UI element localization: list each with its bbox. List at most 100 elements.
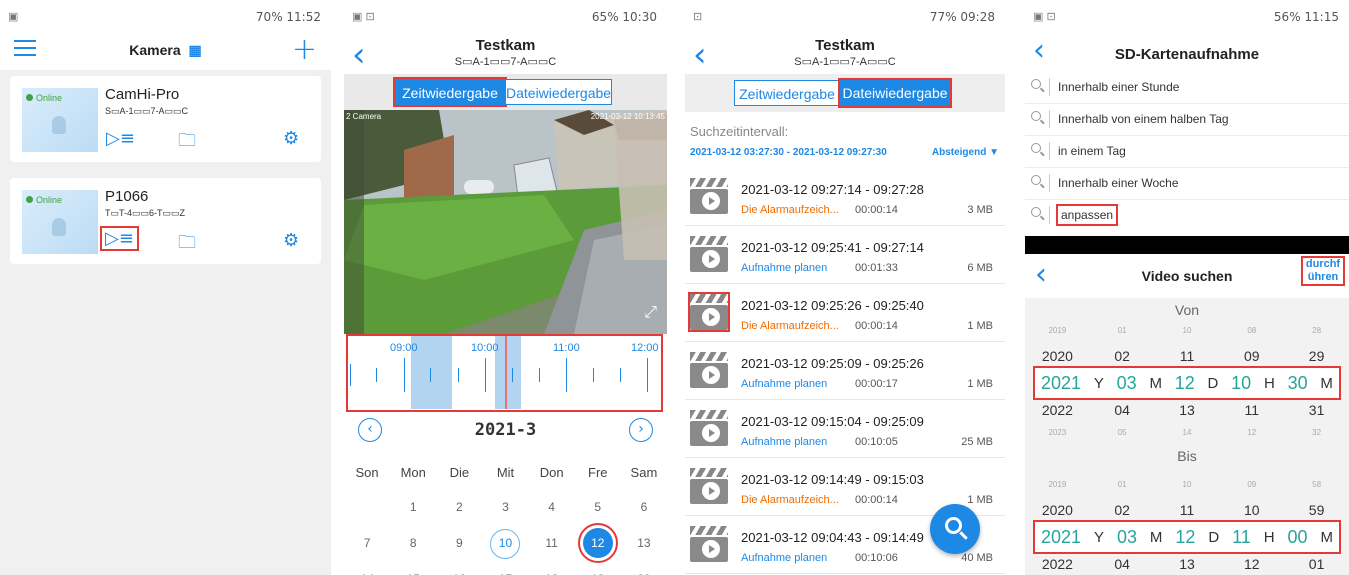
- calendar-day[interactable]: 16: [436, 564, 482, 575]
- weekday-label: Sam: [630, 465, 658, 480]
- picker-value: 12: [1243, 556, 1260, 572]
- picker-value: 14: [1182, 428, 1192, 437]
- recording-item[interactable]: 2021-03-12 09:25:09 - 09:25:26 Aufnahme p…: [685, 342, 1005, 400]
- recording-segment: [495, 336, 521, 409]
- from-picker[interactable]: Von 2019 01 10 08 28 2020 02 11 09 29 20…: [1025, 298, 1349, 446]
- video-play-icon[interactable]: [690, 526, 728, 562]
- execute-button[interactable]: durchführen: [1301, 256, 1345, 286]
- recording-item[interactable]: 2021-03-12 09:25:26 - 09:25:40 Die Alarma…: [685, 284, 1005, 342]
- video-play-icon[interactable]: [690, 236, 728, 272]
- calendar-day-recorded[interactable]: 10: [482, 528, 528, 564]
- timeline-scrubber[interactable]: 09:00 10:00 11:00 12:00: [346, 334, 663, 412]
- calendar-day-selected[interactable]: 12: [575, 523, 621, 564]
- picker-value: 01: [1117, 480, 1127, 489]
- settings-gear-icon[interactable]: ⚙: [283, 128, 299, 149]
- tab-file-playback[interactable]: Dateiwiedergabe: [505, 79, 612, 105]
- playback-tabs: Zeitwiedergabe Dateiwiedergabe: [344, 74, 667, 110]
- picker-value: 01: [1117, 326, 1127, 335]
- from-selected-row[interactable]: 2021 Y 03 M 12 D 10 H 30 M: [1033, 366, 1341, 400]
- camera-thumbnail[interactable]: Online: [22, 190, 98, 254]
- picker-value: 10: [1182, 326, 1192, 335]
- calendar-day[interactable]: 14: [344, 564, 390, 575]
- video-play-icon[interactable]: [690, 352, 728, 388]
- minute-value: 30: [1287, 372, 1308, 393]
- calendar-day[interactable]: 9: [436, 528, 482, 564]
- to-selected-row[interactable]: 2021 Y 03 M 12 D 11 H 00 M: [1033, 520, 1341, 554]
- playhead[interactable]: [505, 336, 507, 409]
- camera-icon: [52, 218, 66, 236]
- calendar-day[interactable]: 5: [575, 492, 621, 528]
- sd-card-recording-screen: ▣ ⊡ 56% 11:15 ‹ SD-Kartenaufnahme Innerh…: [1025, 0, 1349, 575]
- folder-icon[interactable]: 🗀: [178, 128, 196, 158]
- picker-value: 59: [1308, 502, 1325, 518]
- calendar-day[interactable]: 2: [436, 492, 482, 528]
- calendar-day[interactable]: 15: [390, 564, 436, 575]
- calendar-day[interactable]: 1: [390, 492, 436, 528]
- option-one-week[interactable]: Innerhalb einer Woche: [1025, 168, 1349, 200]
- sort-dropdown[interactable]: Absteigend ▼: [932, 147, 999, 158]
- option-within-hour[interactable]: Innerhalb einer Stunde: [1025, 72, 1349, 104]
- video-play-icon[interactable]: [690, 178, 728, 214]
- recording-duration: 00:01:33: [855, 262, 898, 274]
- picker-value: 2022: [1041, 402, 1073, 418]
- option-half-day[interactable]: Innerhalb von einem halben Tag: [1025, 104, 1349, 136]
- recording-item[interactable]: 2021-03-12 09:15:04 - 09:25:09 Aufnahme p…: [685, 400, 1005, 458]
- search-icon: [1031, 175, 1041, 185]
- option-one-day[interactable]: in einem Tag: [1025, 136, 1349, 168]
- interval-range[interactable]: 2021-03-12 03:27:30 - 2021-03-12 09:27:3…: [690, 147, 887, 158]
- video-play-icon[interactable]: [690, 468, 728, 504]
- playback-tabs: Zeitwiedergabe Dateiwiedergabe: [685, 74, 1005, 112]
- camera-card[interactable]: Online P1066 T▭T-4▭▭6-T▭▭Z ▷≡ 🗀 ⚙: [10, 178, 321, 264]
- next-month-icon[interactable]: ›: [629, 418, 653, 442]
- camera-status: Online: [36, 195, 63, 205]
- picker-value: 02: [1114, 502, 1130, 518]
- picker-value: 2020: [1041, 502, 1073, 518]
- camera-card[interactable]: Online CamHi-Pro S▭A-1▭▭7-A▭▭C ▷≡ 🗀 ⚙: [10, 76, 321, 162]
- option-custom[interactable]: anpassen: [1025, 200, 1349, 232]
- calendar-day[interactable]: 4: [529, 492, 575, 528]
- recording-type: Die Alarmaufzeich...: [741, 204, 839, 216]
- playback-icon[interactable]: ▷≡: [100, 226, 139, 251]
- calendar-day[interactable]: 20: [621, 564, 667, 575]
- calendar-day[interactable]: 17: [482, 564, 528, 575]
- video-search-header: ‹ Video suchen durchführen: [1025, 254, 1349, 298]
- grid-view-icon[interactable]: ▦: [189, 42, 202, 58]
- online-dot-icon: [26, 94, 33, 101]
- search-fab-button[interactable]: [930, 504, 980, 554]
- day-value: 12: [1175, 526, 1196, 547]
- tab-time-playback[interactable]: Zeitwiedergabe: [393, 77, 507, 107]
- video-play-icon[interactable]: [688, 292, 730, 332]
- calendar-header: ‹ 2021-3 ›: [344, 418, 667, 446]
- add-camera-button[interactable]: +: [292, 32, 317, 67]
- calendar-day[interactable]: 18: [529, 564, 575, 575]
- to-picker[interactable]: Bis 2019 01 10 09 58 2020 02 11 10 59 20…: [1025, 446, 1349, 575]
- camera-thumbnail[interactable]: Online: [22, 88, 98, 152]
- time-playback-screen: ▣ ⊡ 65% 10:30 ‹ Testkam S▭A-1▭▭7-A▭▭C Ze…: [344, 0, 667, 575]
- settings-gear-icon[interactable]: ⚙: [283, 230, 299, 251]
- calendar-day[interactable]: 3: [482, 492, 528, 528]
- calendar-grid: Son Mon Die Mit Don Fre Sam 1 2 3 4 5 6 …: [344, 458, 667, 575]
- calendar-day[interactable]: 13: [621, 528, 667, 564]
- video-play-icon[interactable]: [690, 410, 728, 446]
- recording-type: Aufnahme planen: [741, 552, 828, 564]
- video-player[interactable]: 2 Camera 2021-03-12 10:13:45 ⤢: [344, 110, 667, 334]
- fullscreen-icon[interactable]: ⤢: [644, 302, 657, 322]
- calendar-day[interactable]: 7: [344, 528, 390, 564]
- calendar-day[interactable]: 8: [390, 528, 436, 564]
- recording-item[interactable]: 2021-03-12 09:27:14 - 09:27:28 Die Alarma…: [685, 168, 1005, 226]
- recording-duration: 00:00:14: [855, 320, 898, 332]
- folder-icon[interactable]: 🗀: [178, 230, 196, 260]
- calendar-day[interactable]: 6: [621, 492, 667, 528]
- picker-value: 11: [1244, 402, 1260, 418]
- playback-icon[interactable]: ▷≡: [106, 128, 135, 149]
- recording-item[interactable]: 2021-03-12 09:25:41 - 09:27:14 Aufnahme p…: [685, 226, 1005, 284]
- notification-icon: ⊡: [693, 11, 703, 23]
- camera-title: Testkam: [475, 37, 536, 54]
- calendar-day[interactable]: [344, 492, 390, 528]
- calendar-day[interactable]: 19: [575, 564, 621, 575]
- calendar-day[interactable]: 11: [529, 528, 575, 564]
- tab-file-playback[interactable]: Dateiwiedergabe: [838, 78, 952, 108]
- minute-value: 00: [1287, 526, 1308, 547]
- tab-time-playback[interactable]: Zeitwiedergabe: [734, 80, 840, 106]
- file-playback-screen: ⊡ 77% 09:28 ‹ Testkam S▭A-1▭▭7-A▭▭C Zeit…: [685, 0, 1005, 575]
